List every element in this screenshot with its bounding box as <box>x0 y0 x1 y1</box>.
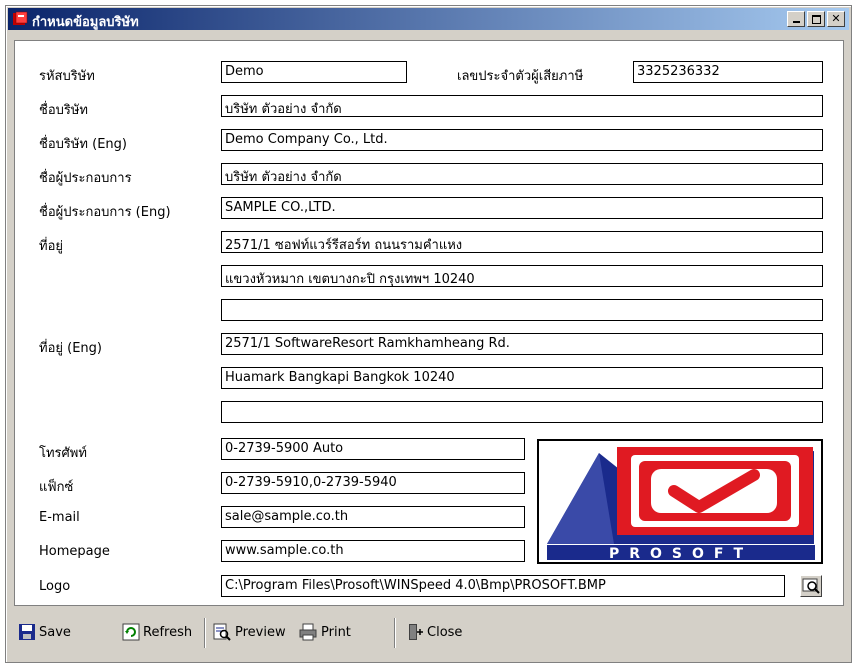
company-name-eng-label: ชื่อบริษัท (Eng) <box>39 137 127 152</box>
logo-brand-text: PROSOFT <box>609 546 753 562</box>
address-eng-label: ที่อยู่ (Eng) <box>39 341 102 356</box>
minimize-icon <box>792 21 800 23</box>
close-button[interactable]: Close <box>406 620 462 644</box>
email-label: E-mail <box>39 510 80 525</box>
browse-logo-button[interactable] <box>800 575 822 597</box>
save-button[interactable]: Save <box>18 620 71 644</box>
company-name-label: ชื่อบริษัท <box>39 103 89 118</box>
refresh-label: Refresh <box>143 624 193 640</box>
operator-name-label: ชื่อผู้ประกอบการ <box>39 171 132 186</box>
fax-input[interactable]: 0-2739-5910,0-2739-5940 <box>221 472 525 494</box>
logo-path-input[interactable]: C:\Program Files\Prosoft\WINSpeed 4.0\Bm… <box>221 575 785 597</box>
print-button[interactable]: Print <box>298 620 351 644</box>
save-label: Save <box>39 624 71 640</box>
browse-icon <box>802 578 820 594</box>
tax-id-label: เลขประจำตัวผู้เสียภาษี <box>457 69 584 84</box>
homepage-label: Homepage <box>39 544 110 559</box>
address-line1-input[interactable]: 2571/1 ซอฟท์แวร์รีสอร์ท ถนนรามคำแหง <box>221 231 823 253</box>
close-icon: ✕ <box>831 12 841 25</box>
company-form: รหัสบริษัท Demo เลขประจำตัวผู้เสียภาษี 3… <box>14 40 844 606</box>
logo-preview: PROSOFT <box>537 439 823 564</box>
email-input[interactable]: sale@sample.co.th <box>221 506 525 528</box>
operator-name-eng-label: ชื่อผู้ประกอบการ (Eng) <box>39 205 171 220</box>
toolbar-separator <box>394 618 396 648</box>
phone-input[interactable]: 0-2739-5900 Auto <box>221 438 525 460</box>
company-code-input[interactable]: Demo <box>221 61 407 83</box>
refresh-icon <box>122 623 140 641</box>
floppy-disk-icon <box>19 624 35 640</box>
address-line3-input[interactable] <box>221 299 823 321</box>
company-name-eng-input[interactable]: Demo Company Co., Ltd. <box>221 129 823 151</box>
company-name-input[interactable]: บริษัท ตัวอย่าง จำกัด <box>221 95 823 117</box>
bottom-toolbar: Save Refresh Preview Print Close <box>14 614 843 654</box>
operator-name-eng-input[interactable]: SAMPLE CO.,LTD. <box>221 197 823 219</box>
print-label: Print <box>321 624 351 640</box>
tax-id-input[interactable]: 3325236332 <box>633 61 823 83</box>
homepage-input[interactable]: www.sample.co.th <box>221 540 525 562</box>
close-label: Close <box>427 624 463 640</box>
phone-label: โทรศัพท์ <box>39 446 87 461</box>
maximize-button[interactable] <box>807 11 825 27</box>
company-code-label: รหัสบริษัท <box>39 69 95 84</box>
toolbar-separator <box>204 618 206 648</box>
address-line2-input[interactable]: แขวงหัวหมาก เขตบางกะปิ กรุงเทพฯ 10240 <box>221 265 823 287</box>
app-icon <box>13 11 28 25</box>
preview-icon <box>213 623 231 641</box>
window-title: กำหนดข้อมูลบริษัท <box>32 15 139 30</box>
refresh-button[interactable]: Refresh <box>122 620 192 644</box>
address-label: ที่อยู่ <box>39 239 63 254</box>
address-eng-line1-input[interactable]: 2571/1 SoftwareResort Ramkhamheang Rd. <box>221 333 823 355</box>
title-bar[interactable]: กำหนดข้อมูลบริษัท ✕ <box>8 8 849 30</box>
printer-icon <box>299 623 317 641</box>
minimize-button[interactable] <box>787 11 805 27</box>
prosoft-logo-image: PROSOFT <box>539 441 821 562</box>
address-eng-line3-input[interactable] <box>221 401 823 423</box>
company-info-window: กำหนดข้อมูลบริษัท ✕ รหัสบริษัท Demo เลขป… <box>5 5 852 663</box>
preview-button[interactable]: Preview <box>212 620 286 644</box>
logo-label: Logo <box>39 579 71 594</box>
close-window-button[interactable]: ✕ <box>827 11 845 27</box>
maximize-icon <box>811 14 821 24</box>
exit-door-icon <box>409 624 423 640</box>
operator-name-input[interactable]: บริษัท ตัวอย่าง จำกัด <box>221 163 823 185</box>
preview-label: Preview <box>235 624 286 640</box>
fax-label: แฟ็กซ์ <box>39 480 74 495</box>
address-eng-line2-input[interactable]: Huamark Bangkapi Bangkok 10240 <box>221 367 823 389</box>
